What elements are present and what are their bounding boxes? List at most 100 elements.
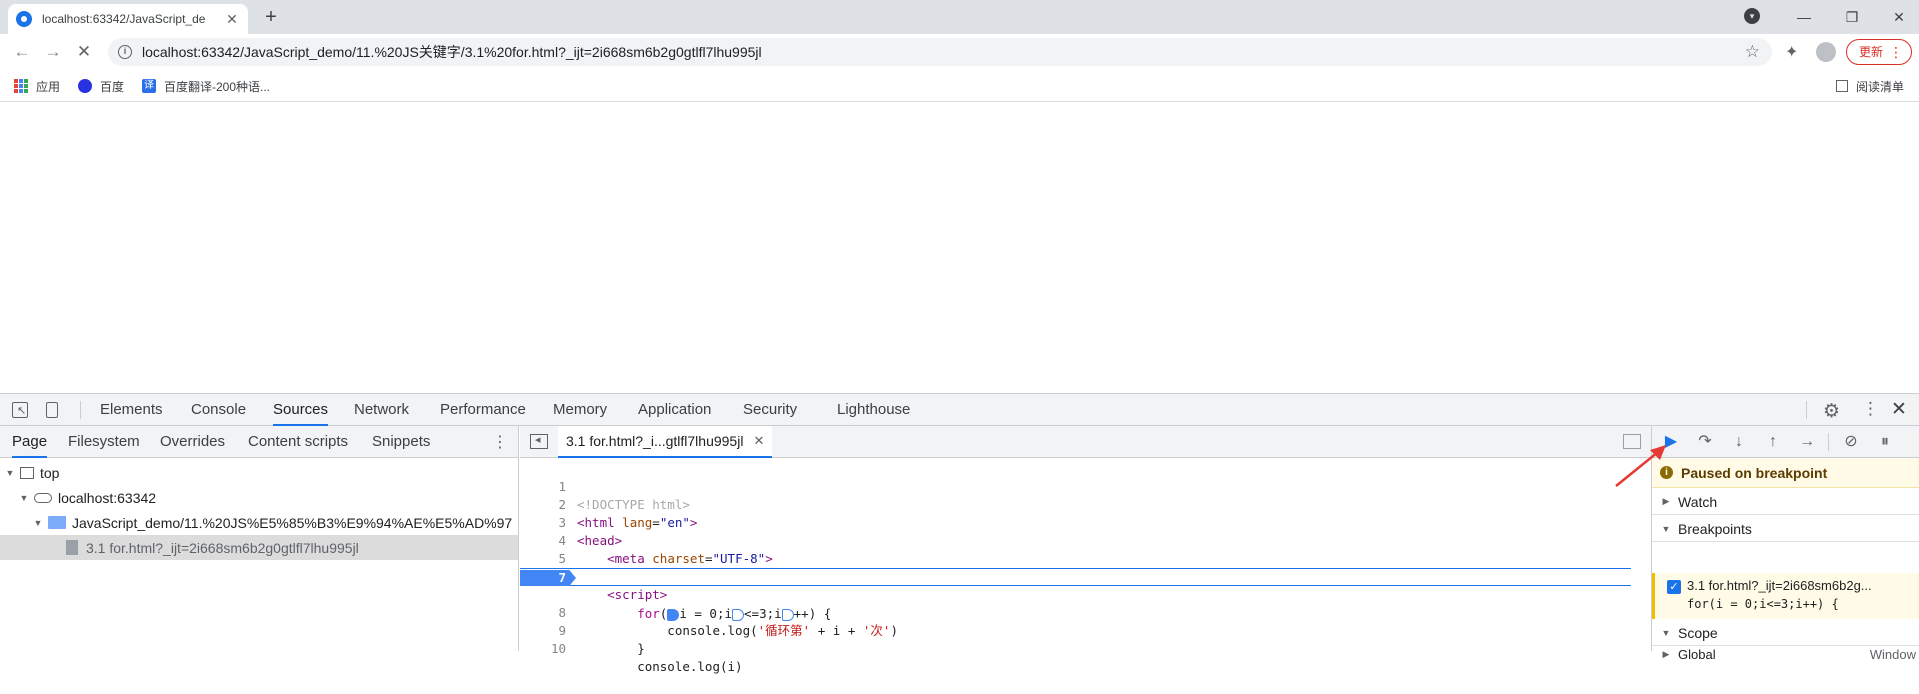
code-line: 3 <head>: [520, 496, 1631, 548]
folder-icon: [48, 516, 66, 529]
more-tabs-icon[interactable]: ⋮: [492, 432, 508, 452]
step-button[interactable]: →: [1796, 431, 1818, 453]
breakpoint-marker[interactable]: 7: [520, 570, 576, 586]
tab-search-icon[interactable]: ▾: [1744, 8, 1760, 24]
tree-item-folder[interactable]: ▼ JavaScript_demo/11.%20JS%E5%85%B3%E9%9…: [0, 510, 518, 535]
debugger-toolbar: ▶ ↷ ↓ ↑ → ⊘ ⏸: [1652, 426, 1919, 458]
line-number[interactable]: 10: [520, 640, 566, 658]
collapse-arrow-icon: ▶: [1662, 648, 1670, 659]
toggle-navigator-icon[interactable]: [530, 433, 548, 449]
tab-content-scripts[interactable]: Content scripts: [248, 426, 348, 458]
url-text[interactable]: localhost:63342/JavaScript_demo/11.%20JS…: [142, 38, 762, 66]
tab-sources[interactable]: Sources: [273, 394, 329, 426]
baidu-icon: [78, 79, 92, 93]
expand-arrow-icon[interactable]: ▼: [32, 518, 44, 528]
reading-list-button[interactable]: 阅读清单: [1836, 76, 1904, 96]
code-line: 8 console.log('循环第' + i + '次'): [520, 586, 1631, 638]
bookmarks-bar: 应用 百度 译 百度翻译-200种语... 阅读清单: [0, 70, 1919, 102]
tab-elements[interactable]: Elements: [100, 394, 163, 426]
minimize-button[interactable]: —: [1784, 4, 1824, 30]
stop-loading-button[interactable]: ✕: [72, 40, 96, 64]
step-over-button[interactable]: ↷: [1694, 431, 1716, 453]
code-line: 6 <script>: [520, 550, 1631, 602]
bookmark-star-icon[interactable]: ☆: [1745, 42, 1760, 62]
expand-arrow-icon[interactable]: ▼: [18, 493, 30, 503]
breakpoint-file: 3.1 for.html?_ijt=2i668sm6b2g...: [1687, 578, 1872, 593]
bookmark-label: 百度: [100, 79, 125, 94]
expand-arrow-icon[interactable]: ▼: [4, 468, 16, 478]
close-file-icon[interactable]: ✕: [753, 433, 764, 449]
inspect-element-icon[interactable]: [12, 402, 28, 418]
more-options-icon[interactable]: ⋮: [1862, 399, 1879, 419]
tree-label: localhost:63342: [58, 489, 157, 506]
tab-close-icon[interactable]: ✕: [224, 11, 240, 28]
pause-on-exceptions-button[interactable]: ⏸: [1874, 431, 1896, 453]
bookmark-apps[interactable]: 应用: [14, 76, 60, 96]
paused-label: Paused on breakpoint: [1681, 464, 1828, 481]
close-devtools-icon[interactable]: ✕: [1891, 398, 1907, 421]
code-line: 5 <title></title>: [520, 532, 1631, 584]
site-info-icon[interactable]: i: [118, 45, 132, 59]
tab-application[interactable]: Application: [638, 394, 711, 426]
tab-security[interactable]: Security: [743, 394, 797, 426]
step-out-button[interactable]: ↑: [1762, 431, 1784, 453]
debugger-sidebar: ▶ ↷ ↓ ↑ → ⊘ ⏸ i Paused on breakpoint ▶ W…: [1651, 426, 1919, 662]
bookmark-label: 应用: [36, 79, 61, 94]
window-close-button[interactable]: ✕: [1879, 4, 1919, 30]
tab-performance[interactable]: Performance: [440, 394, 526, 426]
tab-page[interactable]: Page: [12, 426, 48, 458]
forward-button[interactable]: →: [41, 40, 65, 64]
address-bar[interactable]: i localhost:63342/JavaScript_demo/11.%20…: [108, 38, 1772, 66]
section-label: Watch: [1678, 493, 1718, 510]
scope-section-header[interactable]: ▼ Scope: [1652, 620, 1919, 646]
breakpoint-code: for(i = 0;i<=3;i++) {: [1687, 597, 1839, 611]
tab-network[interactable]: Network: [354, 394, 409, 426]
breakpoint-entry[interactable]: ✓ 3.1 for.html?_ijt=2i668sm6b2g... for(i…: [1652, 573, 1919, 619]
gear-icon[interactable]: ⚙: [1823, 400, 1840, 423]
reading-list-icon: [1836, 80, 1848, 92]
code-line: 2 <html lang="en">: [520, 478, 1631, 530]
reading-list-label: 阅读清单: [1856, 79, 1905, 94]
code-area[interactable]: 1 <!DOCTYPE html> 2 <html lang="en"> 3 <…: [520, 458, 1651, 674]
tree-item-file[interactable]: 3.1 for.html?_ijt=2i668sm6b2g0gtlfl7lhu9…: [0, 535, 518, 560]
browser-toolbar: ← → ✕ i localhost:63342/JavaScript_demo/…: [0, 34, 1919, 70]
restore-button[interactable]: ❐: [1832, 4, 1872, 30]
favicon-icon: [16, 11, 32, 27]
update-label: 更新: [1859, 45, 1884, 59]
tab-console[interactable]: Console: [191, 394, 246, 426]
tree-item-top[interactable]: ▼ top: [0, 460, 518, 485]
breakpoint-checkbox[interactable]: ✓: [1667, 580, 1681, 594]
device-toolbar-icon[interactable]: [46, 402, 58, 418]
bookmark-fanyi[interactable]: 译 百度翻译-200种语...: [142, 76, 270, 96]
new-tab-button[interactable]: +: [258, 6, 284, 30]
watch-section-header[interactable]: ▶ Watch: [1652, 489, 1919, 515]
section-label: Breakpoints: [1678, 520, 1752, 537]
bookmark-baidu[interactable]: 百度: [78, 76, 124, 96]
scope-global-row[interactable]: ▶ Global Window: [1652, 644, 1919, 664]
back-button[interactable]: ←: [10, 40, 34, 64]
frame-icon: [20, 466, 34, 479]
tree-item-host[interactable]: ▼ localhost:63342: [0, 485, 518, 510]
deactivate-breakpoints-button[interactable]: ⊘: [1840, 431, 1862, 453]
expand-arrow-icon: ▼: [1661, 627, 1671, 638]
tab-filesystem[interactable]: Filesystem: [68, 426, 140, 458]
tab-memory[interactable]: Memory: [553, 394, 607, 426]
editor-file-tab[interactable]: 3.1 for.html?_i...gtlfl7lhu995jl ✕: [558, 426, 773, 458]
tree-label: 3.1 for.html?_ijt=2i668sm6b2g0gtlfl7lhu9…: [86, 539, 359, 556]
tab-title: localhost:63342/JavaScript_de: [42, 12, 206, 26]
menu-dots-icon: ⋮: [1889, 44, 1903, 60]
breakpoints-section-header[interactable]: ▼ Breakpoints: [1652, 516, 1919, 542]
code-line: 1 <!DOCTYPE html>: [520, 460, 1631, 512]
collapse-arrow-icon: ▶: [1662, 496, 1670, 506]
divider: [80, 401, 81, 419]
step-into-button[interactable]: ↓: [1728, 431, 1750, 453]
tab-overrides[interactable]: Overrides: [160, 426, 225, 458]
code-line: 10 console.log(i): [520, 622, 1631, 674]
tab-snippets[interactable]: Snippets: [372, 426, 430, 458]
section-label: Scope: [1678, 624, 1718, 641]
profile-avatar[interactable]: [1816, 42, 1836, 62]
update-button[interactable]: 更新 ⋮: [1846, 39, 1912, 65]
tab-lighthouse[interactable]: Lighthouse: [837, 394, 910, 426]
extensions-icon[interactable]: ✦: [1785, 42, 1798, 62]
browser-tab[interactable]: localhost:63342/JavaScript_de ✕: [8, 4, 248, 34]
